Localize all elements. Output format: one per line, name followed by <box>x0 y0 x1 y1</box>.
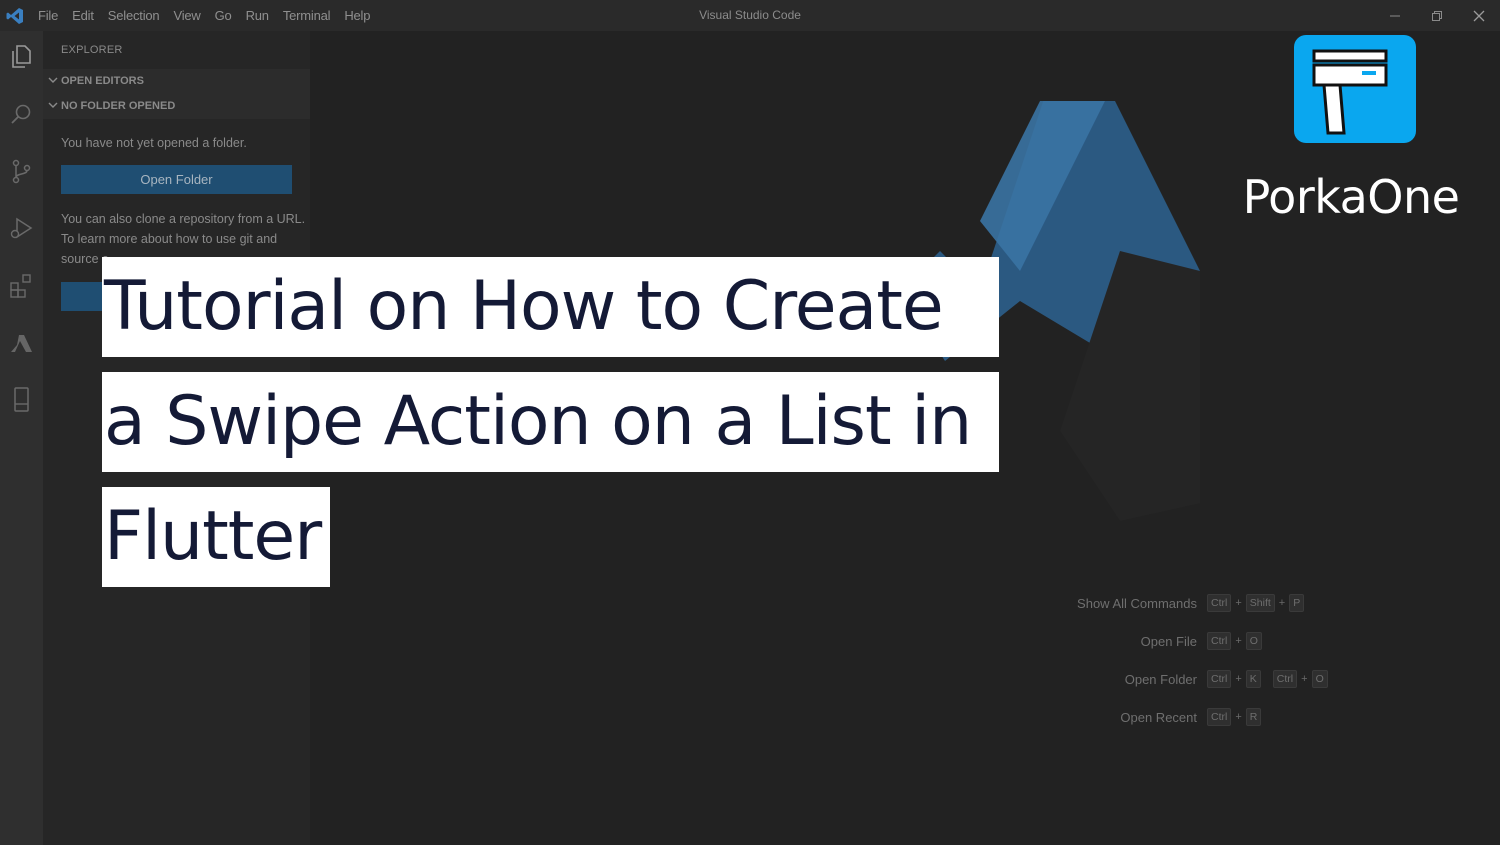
key: R <box>1245 708 1262 726</box>
shortcut-label: Show All Commands <box>1077 595 1197 611</box>
overlay-title-line2: a Swipe Action on a List in <box>102 372 999 472</box>
porkaone-logo <box>1294 35 1416 143</box>
open-editors-section[interactable]: OPEN EDITORS <box>43 69 310 94</box>
restore-icon <box>1432 10 1442 21</box>
key: Shift <box>1245 594 1275 612</box>
no-folder-section[interactable]: NO FOLDER OPENED <box>43 94 310 119</box>
key: Ctrl <box>1272 670 1298 688</box>
device-icon[interactable] <box>8 386 35 413</box>
minimize-button[interactable] <box>1372 0 1418 31</box>
shortcut-keys: Ctrl + Shift + P <box>1207 594 1305 612</box>
window-title: Visual Studio Code <box>699 8 801 22</box>
explorer-title: EXPLORER <box>61 44 123 56</box>
shortcut-row: Show All Commands Ctrl + Shift + P <box>1010 593 1500 613</box>
source-control-icon[interactable] <box>8 158 35 185</box>
shortcut-row: Open Recent Ctrl + R <box>1010 707 1500 727</box>
brand-name: PorkaOne <box>1242 170 1460 224</box>
activity-bar <box>0 31 43 845</box>
overlay-title-line1: Tutorial on How to Create <box>102 257 999 357</box>
key: O <box>1311 670 1328 688</box>
extensions-icon[interactable] <box>8 272 35 299</box>
shortcut-label: Open Recent <box>1120 709 1197 725</box>
shortcut-keys: Ctrl + O <box>1207 632 1262 650</box>
close-button[interactable] <box>1456 0 1500 31</box>
restore-button[interactable] <box>1414 0 1460 31</box>
shortcut-label: Open Folder <box>1124 671 1197 687</box>
key: O <box>1245 632 1262 650</box>
run-debug-icon[interactable] <box>8 215 35 242</box>
shortcut-keys: Ctrl + R <box>1207 708 1262 726</box>
no-folder-label: NO FOLDER OPENED <box>61 100 176 112</box>
shortcut-label: Open File <box>1140 633 1197 649</box>
close-icon <box>1473 10 1485 21</box>
explorer-icon[interactable] <box>8 43 35 70</box>
key: Ctrl <box>1207 594 1232 612</box>
title-bar: File Edit Selection View Go Run Terminal… <box>0 0 1500 31</box>
porkaone-logo-icon <box>1312 49 1388 135</box>
shortcut-keys: Ctrl + K Ctrl + O <box>1207 670 1328 688</box>
key: K <box>1245 670 1261 688</box>
overlay-title-line3: Flutter <box>102 487 330 587</box>
clone-text-line1: You can also clone a repository from a U… <box>61 212 306 226</box>
key: Ctrl <box>1207 708 1232 726</box>
key: P <box>1289 594 1305 612</box>
chevron-down-icon <box>48 77 58 83</box>
minimize-icon <box>1390 15 1400 16</box>
key: Ctrl <box>1207 670 1232 688</box>
key: Ctrl <box>1207 632 1232 650</box>
open-editors-label: OPEN EDITORS <box>61 75 144 87</box>
search-icon[interactable] <box>8 101 35 128</box>
open-folder-button[interactable]: Open Folder <box>61 165 292 194</box>
chevron-down-icon <box>48 102 58 108</box>
shortcut-row: Open File Ctrl + O <box>1010 631 1500 651</box>
shortcut-row: Open Folder Ctrl + K Ctrl + O <box>1010 669 1500 689</box>
clone-text-line2: To learn more about how to use git and <box>61 232 278 246</box>
no-folder-message: You have not yet opened a folder. <box>61 136 247 150</box>
azure-icon[interactable] <box>8 330 35 357</box>
